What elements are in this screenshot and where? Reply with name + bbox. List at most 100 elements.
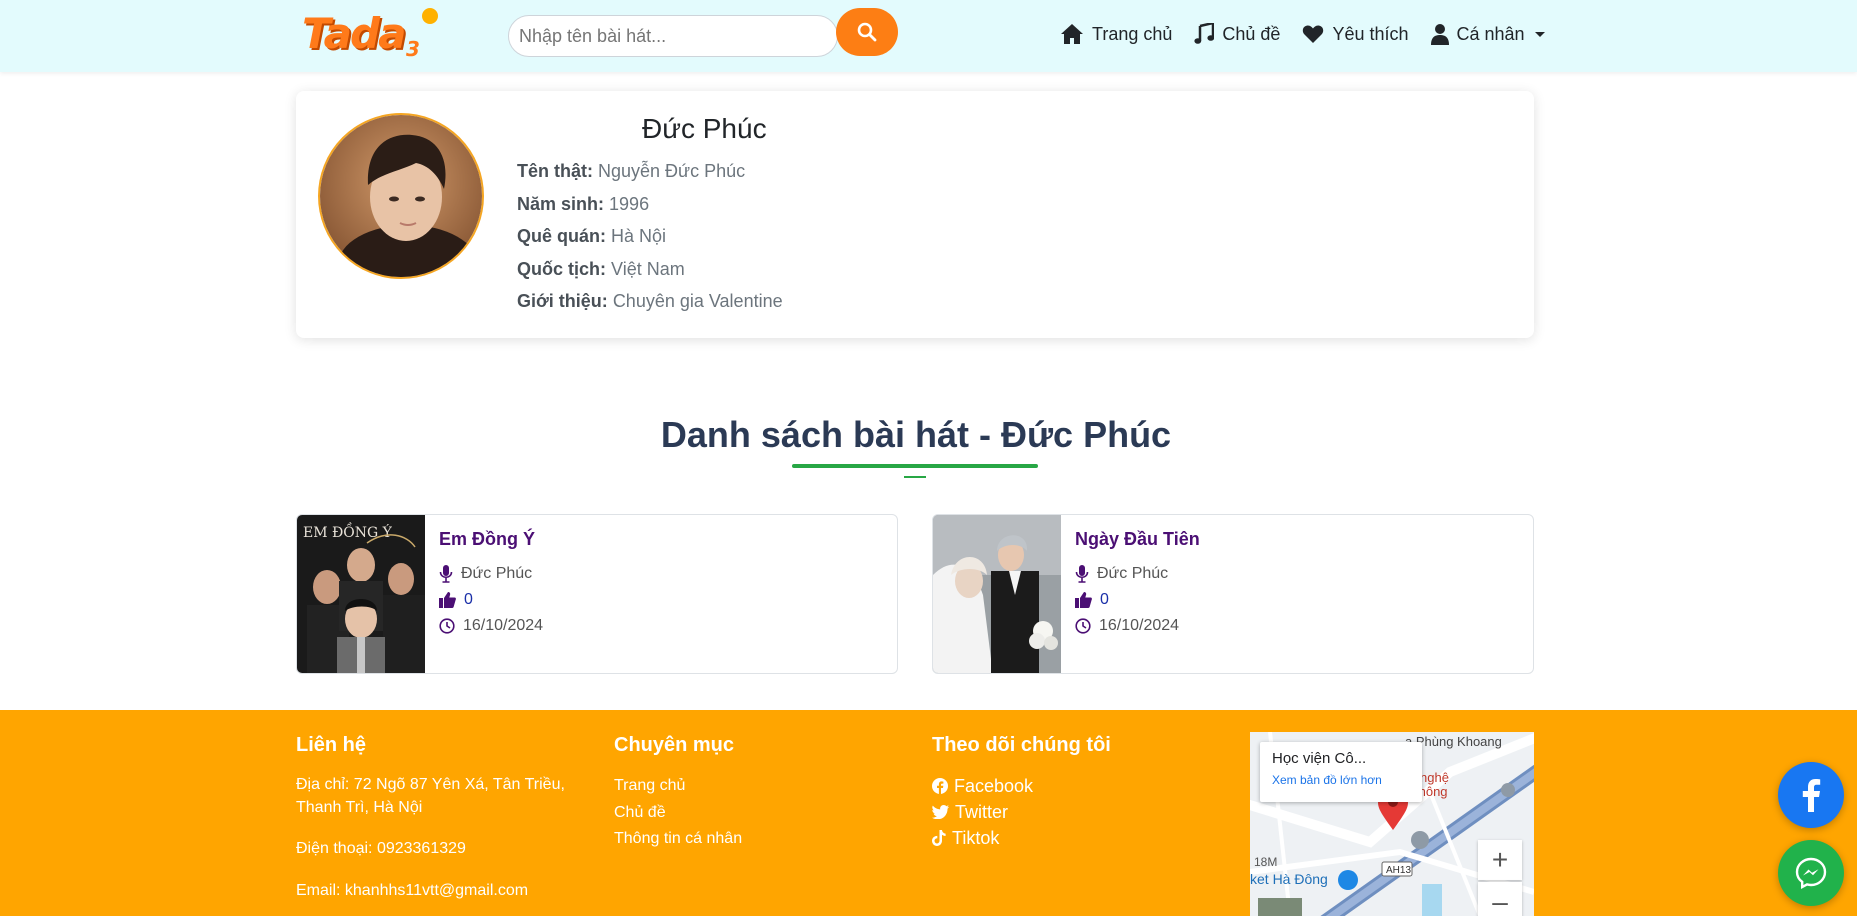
title-underline-accent	[904, 476, 926, 478]
release-date: 16/10/2024	[463, 617, 544, 634]
contact-address: Địa chỉ: 72 Ngõ 87 Yên Xá, Tân Triều, Th…	[296, 776, 565, 816]
info-value: Chuyên gia Valentine	[612, 291, 783, 311]
nav-item-label: Chủ đề	[1222, 23, 1281, 44]
footer-heading: Chuyên mục	[614, 734, 735, 756]
info-real-name: Tên thật: Nguyễn Đức Phúc	[517, 155, 783, 188]
footer-link-home[interactable]: Trang chủ	[614, 773, 874, 800]
info-birth-year: Năm sinh: 1996	[517, 188, 783, 221]
nav-item-home[interactable]: Trang chủ	[1060, 23, 1172, 45]
heart-icon	[1303, 25, 1324, 43]
info-label: Tên thật:	[517, 161, 593, 181]
map-larger-link[interactable]: Xem bản đồ lớn hơn	[1272, 773, 1410, 787]
song-card[interactable]: EM ĐỒNG Ý Em Đồng Ý Đức Phúc 0 16/10/202…	[296, 514, 898, 674]
nav-item-label: Trang chủ	[1092, 23, 1173, 44]
song-artist: Đức Phúc	[439, 565, 532, 583]
footer-link-topics[interactable]: Chủ đề	[614, 800, 874, 827]
like-count: 0	[464, 591, 473, 608]
info-label: Quê quán:	[517, 226, 606, 246]
title-underline	[792, 464, 1038, 468]
song-likes: 0	[1075, 591, 1109, 609]
embedded-map[interactable]: a Phùng Khoang nghệ thông 18M ket Hà Đôn…	[1250, 732, 1534, 916]
user-icon	[1430, 24, 1449, 45]
home-icon	[1061, 24, 1083, 44]
song-title[interactable]: Em Đồng Ý	[439, 529, 535, 550]
facebook-icon	[1802, 779, 1821, 812]
song-cover-image	[933, 515, 1061, 673]
release-date: 16/10/2024	[1099, 617, 1180, 634]
clock-icon	[439, 618, 455, 634]
navbar: Tada 3 Trang chủ Chủ đề	[0, 0, 1857, 72]
footer-categories: Chuyên mục Trang chủ Chủ đề Thông tin cá…	[614, 734, 874, 853]
nav-item-profile-dropdown[interactable]: Cá nhân	[1430, 23, 1545, 45]
contact-email: Email: khanhhs11vtt@gmail.com	[296, 882, 529, 899]
info-nationality: Quốc tịch: Việt Nam	[517, 253, 783, 286]
song-list-title: Danh sách bài hát - Đức Phúc	[660, 414, 1172, 455]
song-artist-name: Đức Phúc	[461, 565, 533, 582]
social-facebook[interactable]: Facebook	[932, 773, 1192, 799]
map-zoom-in-button[interactable]: +	[1478, 840, 1522, 880]
search-input[interactable]	[508, 15, 838, 57]
artist-profile-card: Đức Phúc Tên thật: Nguyễn Đức Phúc Năm s…	[296, 91, 1534, 338]
messenger-chat-button[interactable]	[1778, 840, 1844, 906]
map-label: nghệ	[1420, 770, 1449, 785]
map-zoom-out-button[interactable]: –	[1478, 882, 1522, 916]
map-label: AH13	[1386, 865, 1411, 876]
svg-text:3: 3	[406, 40, 420, 58]
nav-item-topics[interactable]: Chủ đề	[1194, 23, 1280, 45]
footer-link-profile[interactable]: Thông tin cá nhân	[614, 826, 874, 853]
nav-item-label: Yêu thích	[1332, 23, 1409, 44]
song-title[interactable]: Ngày Đầu Tiên	[1075, 529, 1200, 550]
artist-name: Đức Phúc	[642, 113, 767, 144]
footer-heading: Theo dõi chúng tôi	[932, 734, 1111, 756]
song-cover-image: EM ĐỒNG Ý	[297, 515, 425, 673]
twitter-icon	[932, 805, 949, 819]
music-note-icon	[422, 8, 438, 24]
thumbs-up-icon[interactable]	[1075, 592, 1092, 608]
messenger-icon	[1795, 857, 1827, 889]
info-hometown: Quê quán: Hà Nội	[517, 220, 783, 253]
info-value: Việt Nam	[611, 258, 685, 279]
clock-icon	[1075, 618, 1091, 634]
like-count: 0	[1100, 591, 1109, 608]
social-tiktok[interactable]: Tiktok	[932, 825, 1192, 851]
map-place-name: Học viện Cô...	[1272, 750, 1367, 767]
song-artist-name: Đức Phúc	[1097, 565, 1169, 582]
chevron-down-icon	[1534, 31, 1545, 37]
logo-text: Tada	[302, 9, 406, 58]
song-card[interactable]: Ngày Đầu Tiên Đức Phúc 0 16/10/2024	[932, 514, 1534, 674]
logo-note-icon: 3	[406, 40, 420, 58]
nav-item-label: Cá nhân	[1456, 23, 1525, 44]
search-icon	[857, 22, 877, 42]
avatar	[318, 113, 484, 279]
info-label: Quốc tịch:	[517, 258, 606, 279]
thumbs-up-icon[interactable]	[439, 592, 456, 608]
nav-item-favorites[interactable]: Yêu thích	[1302, 23, 1409, 45]
song-date: 16/10/2024	[439, 617, 543, 635]
music-note-icon	[1194, 23, 1215, 44]
tiktok-icon	[932, 830, 946, 846]
info-value: 1996	[609, 193, 650, 214]
map-label: 18M	[1254, 855, 1277, 869]
info-value: Nguyễn Đức Phúc	[598, 161, 746, 181]
main-nav: Trang chủ Chủ đề Yêu thích Cá nhân	[1060, 20, 1545, 48]
social-label: Twitter	[955, 802, 1009, 822]
microphone-icon	[439, 565, 453, 583]
facebook-chat-button[interactable]	[1778, 762, 1844, 828]
social-twitter[interactable]: Twitter	[932, 799, 1192, 825]
song-date: 16/10/2024	[1075, 617, 1179, 635]
footer-contact: Liên hệ Địa chỉ: 72 Ngõ 87 Yên Xá, Tân T…	[296, 734, 566, 902]
map-info-popup: Học viện Cô... Xem bản đồ lớn hơn	[1260, 742, 1422, 802]
map-label: ket Hà Đông	[1250, 871, 1328, 887]
footer-follow: Theo dõi chúng tôi Facebook Twitter Tikt…	[932, 734, 1192, 851]
microphone-icon	[1075, 565, 1089, 583]
info-label: Năm sinh:	[517, 193, 605, 214]
info-value: Hà Nội	[611, 226, 667, 246]
footer: Liên hệ Địa chỉ: 72 Ngõ 87 Yên Xá, Tân T…	[0, 710, 1857, 916]
info-label: Giới thiệu:	[517, 291, 608, 311]
social-label: Facebook	[954, 776, 1034, 796]
logo[interactable]: Tada 3	[302, 8, 438, 58]
song-artist: Đức Phúc	[1075, 565, 1168, 583]
search-button[interactable]	[836, 8, 898, 56]
info-bio: Giới thiệu: Chuyên gia Valentine	[517, 285, 783, 318]
social-label: Tiktok	[952, 828, 1000, 848]
